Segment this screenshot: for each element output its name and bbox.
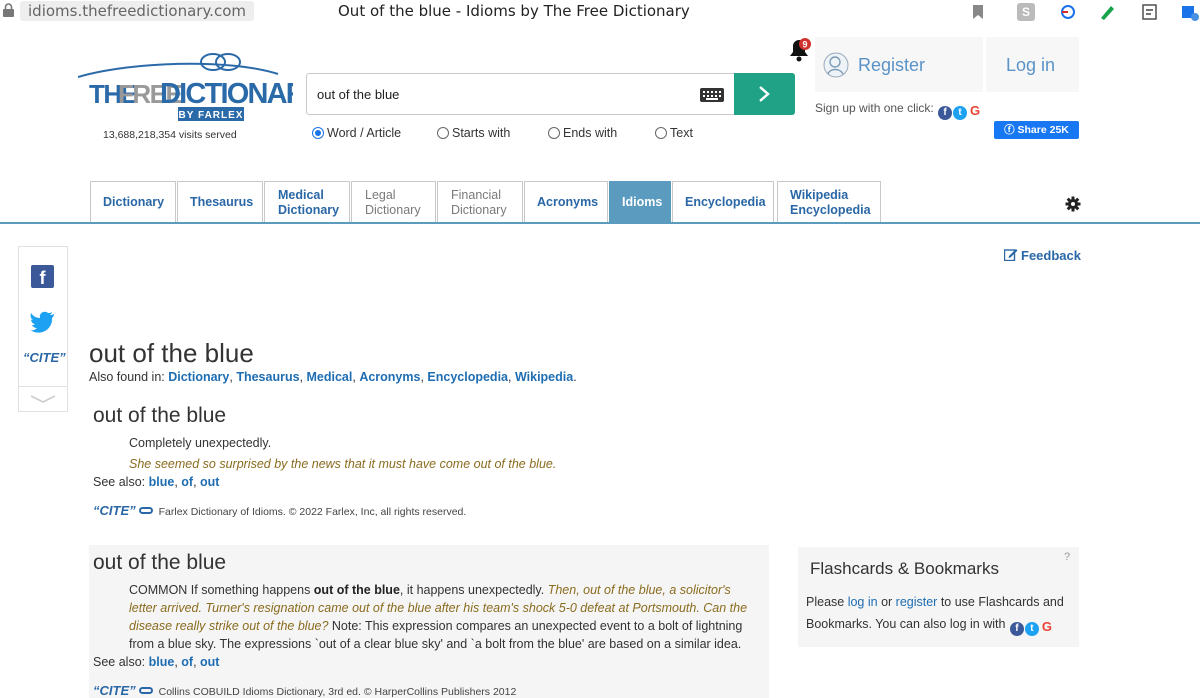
search-input[interactable]: [317, 84, 697, 104]
gear-icon[interactable]: [1065, 196, 1081, 212]
cite-button[interactable]: “CITE”: [23, 350, 66, 365]
see-also-out[interactable]: out: [200, 655, 219, 669]
notification-count: 9: [802, 40, 807, 50]
also-found-dictionary[interactable]: Dictionary: [168, 370, 229, 384]
facebook-icon: ⓕ: [1004, 124, 1015, 136]
also-found-medical[interactable]: Medical: [307, 370, 353, 384]
radio-text[interactable]: Text: [655, 126, 693, 140]
entry-heading: out of the blue: [93, 551, 227, 574]
highlighter-icon[interactable]: [1098, 3, 1116, 21]
entry-heading: out of the blue: [93, 404, 227, 427]
tab-dictionary[interactable]: Dictionary: [90, 181, 176, 223]
facebook-login-icon[interactable]: f: [938, 106, 953, 120]
also-found-encyclopedia[interactable]: Encyclopedia: [427, 370, 508, 384]
register-label: Register: [858, 55, 926, 75]
login-label: Log in: [1006, 55, 1056, 75]
radio-starts-with[interactable]: Starts with: [437, 126, 510, 140]
help-icon[interactable]: ?: [1064, 551, 1070, 563]
link-icon[interactable]: [138, 507, 153, 514]
facebook-share-button[interactable]: ⓕ Share 25K: [994, 121, 1079, 139]
twitter-login-icon[interactable]: t: [1024, 622, 1039, 636]
more-share-toggle[interactable]: [19, 386, 67, 412]
signup-line: Sign up with one click: ftG: [815, 101, 982, 120]
tab-legal-dictionary[interactable]: Legal Dictionary: [351, 181, 436, 223]
flashcards-title: Flashcards & Bookmarks: [810, 559, 999, 578]
also-found-thesaurus[interactable]: Thesaurus: [236, 370, 299, 384]
radio-ends-with[interactable]: Ends with: [548, 126, 617, 140]
bookmark-icon[interactable]: [972, 3, 984, 21]
chevron-down-icon: [30, 395, 56, 403]
link-icon[interactable]: [138, 687, 153, 694]
radio-dot: [312, 127, 324, 139]
radio-dot: [437, 127, 449, 139]
share-sidebar: f “CITE”: [18, 246, 68, 412]
extension-s-icon[interactable]: S: [1017, 3, 1035, 21]
also-found-wikipedia[interactable]: Wikipedia: [515, 370, 573, 384]
cite-link[interactable]: “CITE”: [93, 683, 136, 698]
see-also-blue[interactable]: blue: [149, 475, 175, 489]
see-also: See also: blue, of, out: [93, 475, 220, 489]
address-bar[interactable]: idioms.thefreedictionary.com: [20, 1, 254, 21]
tab-medical-dictionary[interactable]: Medical Dictionary: [264, 181, 350, 223]
tab-acronyms[interactable]: Acronyms: [524, 181, 608, 223]
entry-example: She seemed so surprised by the news that…: [129, 457, 557, 471]
see-also-out[interactable]: out: [200, 475, 219, 489]
facebook-share-icon[interactable]: f: [31, 265, 54, 288]
sync-extension-icon[interactable]: [1058, 3, 1078, 21]
tab-idioms[interactable]: Idioms: [609, 181, 671, 223]
search-button[interactable]: [734, 73, 795, 115]
flashcards-login-link[interactable]: log in: [848, 595, 878, 609]
keyboard-icon[interactable]: [700, 88, 724, 102]
entry-definition: Completely unexpectedly.: [129, 436, 272, 450]
see-also: See also: blue, of, out: [93, 655, 220, 669]
radio-dot: [548, 127, 560, 139]
source-citation: “CITE” Farlex Dictionary of Idioms. © 202…: [93, 503, 467, 518]
see-also-of[interactable]: of: [181, 655, 193, 669]
twitter-share-icon[interactable]: [30, 311, 55, 333]
register-button[interactable]: Register: [815, 37, 983, 92]
google-login-icon[interactable]: G: [968, 104, 982, 118]
flashcards-text: Please log in or register to use Flashca…: [806, 595, 1064, 636]
also-found-acronyms[interactable]: Acronyms: [359, 370, 420, 384]
tab-encyclopedia[interactable]: Encyclopedia: [672, 181, 774, 223]
browser-bar: idioms.thefreedictionary.com Out of the …: [0, 0, 1200, 24]
entry-farlex: out of the blue Completely unexpectedly.…: [93, 404, 763, 518]
notification-bell-icon[interactable]: 9: [787, 36, 811, 62]
clipboard-extension-icon[interactable]: [1140, 3, 1160, 21]
thefreedictionary-logo[interactable]: THE FREE DICTIONARY BY FARLEX: [78, 48, 293, 128]
page-tab-title: Out of the blue - Idioms by The Free Dic…: [338, 2, 690, 20]
chevron-right-icon: [759, 86, 770, 102]
cite-link[interactable]: “CITE”: [93, 503, 136, 518]
google-login-icon[interactable]: G: [1040, 620, 1054, 634]
avatar-icon: [823, 52, 849, 78]
twitter-login-icon[interactable]: t: [953, 106, 968, 120]
see-also-blue[interactable]: blue: [149, 655, 175, 669]
radio-dot: [655, 127, 667, 139]
see-also-of[interactable]: of: [181, 475, 193, 489]
feedback-link[interactable]: Feedback: [1004, 248, 1081, 263]
svg-text:DICTIONARY: DICTIONARY: [160, 78, 293, 110]
page-title: out of the blue: [89, 338, 254, 368]
flashcards-panel: Flashcards & Bookmarks ? Please log in o…: [798, 547, 1079, 647]
svg-text:BY FARLEX: BY FARLEX: [179, 110, 244, 121]
also-found-in: Also found in: Dictionary, Thesaurus, Me…: [89, 370, 577, 384]
entry-paragraph: COMMON If something happens out of the b…: [129, 583, 748, 651]
login-button[interactable]: Log in: [986, 37, 1079, 92]
visits-counter: 13,688,218,354 visits served: [103, 129, 237, 141]
tab-wikipedia-encyclopedia[interactable]: Wikipedia Encyclopedia: [777, 181, 881, 223]
source-citation: “CITE” Collins COBUILD Idioms Dictionary,…: [93, 683, 517, 698]
flashcards-register-link[interactable]: register: [896, 595, 938, 609]
tabs-underline: [0, 222, 1200, 224]
search-box: [306, 73, 795, 115]
radio-word-article[interactable]: Word / Article: [312, 126, 401, 140]
tab-thesaurus[interactable]: Thesaurus: [177, 181, 263, 223]
facebook-login-icon[interactable]: f: [1009, 622, 1024, 636]
tab-financial-dictionary[interactable]: Financial Dictionary: [437, 181, 523, 223]
lock-icon: [3, 3, 14, 17]
entry-collins: out of the blue COMMON If something happ…: [89, 545, 769, 698]
edit-icon: [1004, 249, 1018, 261]
profile-extension-icon[interactable]: [1180, 3, 1200, 21]
